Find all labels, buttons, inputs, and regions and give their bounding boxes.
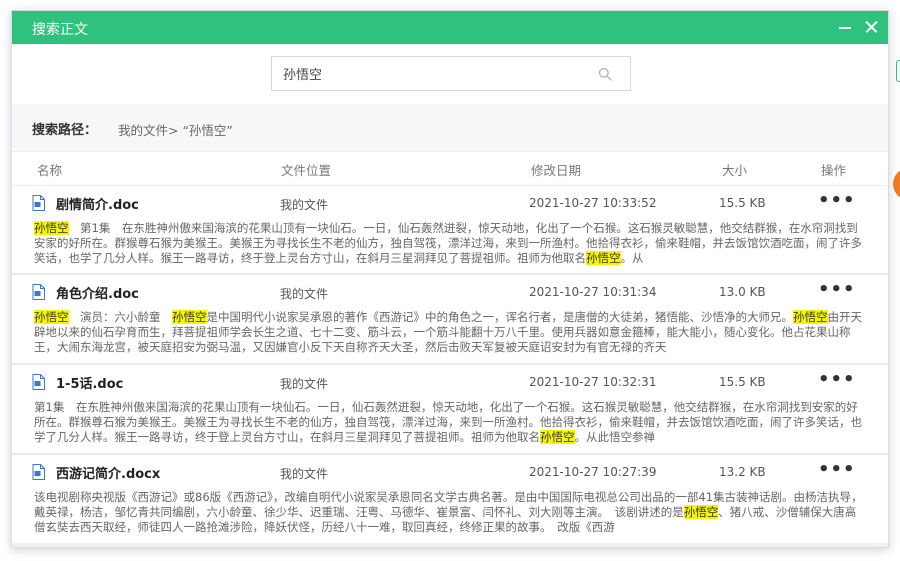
minimize-icon[interactable] [835,17,855,37]
file-size: 13.2 KB [719,465,766,479]
list-bottom-edge [12,543,888,547]
search-input[interactable] [272,57,592,90]
search-box [271,56,631,91]
result-row[interactable]: 西游记简介.docx 我的文件 2021-10-27 10:27:39 13.2… [12,455,888,545]
file-name[interactable]: 剧情简介.doc [56,194,139,213]
background-app-edge [889,0,900,561]
file-date: 2021-10-27 10:27:39 [529,465,657,479]
content-snippet: 该电视剧称央视版《西游记》或86版《西游记》，改编自明代小说家吴承恩同名文学古典… [34,490,866,544]
file-size: 15.5 KB [719,196,766,210]
dialog-titlebar: 搜索正文 [12,11,888,44]
more-actions-button[interactable]: ••• [818,190,856,211]
snippet-highlight: 孙悟空 [793,310,828,324]
docx-file-icon [32,464,45,480]
column-header-date[interactable]: 修改日期 [531,160,581,179]
background-avatar-fragment [893,168,900,200]
column-header-size[interactable]: 大小 [722,160,747,179]
file-date: 2021-10-27 10:33:52 [529,196,657,210]
search-content-dialog: 搜索正文 搜索路径： 我的文件> “孙悟空” 名称 文件位置 修改日期 大小 操… [11,10,889,548]
search-path-row: 搜索路径： 我的文件> “孙悟空” [12,104,888,152]
doc-file-icon [32,374,45,390]
file-location: 我的文件 [280,377,329,391]
background-button-fragment [896,60,900,82]
dialog-title: 搜索正文 [32,22,88,38]
snippet-text: 是中国明代小说家吴承恩的著作《西游记》中的角色之一，诨名行者，是唐僧的大徒弟，猪… [206,310,794,324]
file-name[interactable]: 角色介绍.doc [56,283,139,302]
content-snippet: 第1集 在东胜神州傲来国海滨的花果山顶有一块仙石。一日，仙石轰然迸裂，惊天动地，… [34,400,866,454]
search-area [12,44,888,104]
doc-file-icon [32,284,45,300]
more-actions-button[interactable]: ••• [818,459,856,480]
column-header-actions: 操作 [821,163,847,178]
snippet-text: 第1集 在东胜神州傲来国海滨的花果山顶有一块仙石。一日，仙石轰然迸裂，惊天动地，… [34,221,862,265]
search-path-label: 搜索路径： [32,123,98,138]
search-path-value[interactable]: 我的文件> “孙悟空” [118,120,233,139]
snippet-highlight: 孙悟空 [586,251,621,265]
result-row[interactable]: 剧情简介.doc 我的文件 2021-10-27 10:33:52 15.5 K… [12,185,888,275]
file-date: 2021-10-27 10:32:31 [529,375,657,389]
content-snippet: 孙悟空 第1集 在东胜神州傲来国海滨的花果山顶有一块仙石。一日，仙石轰然迸裂，惊… [34,221,866,275]
results-list: 剧情简介.doc 我的文件 2021-10-27 10:33:52 15.5 K… [12,185,888,545]
file-name[interactable]: 1-5话.doc [56,373,123,392]
snippet-highlight: 孙悟空 [172,310,207,324]
content-snippet: 孙悟空 演员：六小龄童 孙悟空是中国明代小说家吴承恩的著作《西游记》中的角色之一… [34,310,866,364]
file-date: 2021-10-27 10:31:34 [529,285,657,299]
search-icon[interactable] [598,67,612,81]
file-location: 我的文件 [280,287,329,301]
column-header-name[interactable]: 名称 [37,160,62,179]
file-size: 15.5 KB [719,375,766,389]
snippet-highlight: 孙悟空 [34,310,69,324]
table-header: 名称 文件位置 修改日期 大小 操作 [12,152,888,184]
more-actions-button[interactable]: ••• [818,279,856,300]
snippet-text: 第1集 在东胜神州傲来国海滨的花果山顶有一块仙石。一日，仙石轰然迸裂，惊天动地，… [34,400,862,444]
snippet-text: 。从此悟空参禅 [574,430,656,444]
file-size: 13.0 KB [719,285,766,299]
snippet-text: 演员：六小龄童 [68,310,172,324]
result-row[interactable]: 1-5话.doc 我的文件 2021-10-27 10:32:31 15.5 K… [12,365,888,455]
file-location: 我的文件 [280,198,329,212]
snippet-text: 。从 [620,251,644,265]
close-icon[interactable] [861,17,881,37]
result-row[interactable]: 角色介绍.doc 我的文件 2021-10-27 10:31:34 13.0 K… [12,275,888,365]
column-header-location[interactable]: 文件位置 [281,160,331,179]
file-name[interactable]: 西游记简介.docx [56,463,160,482]
more-actions-button[interactable]: ••• [818,369,856,390]
snippet-highlight: 孙悟空 [683,505,719,519]
file-location: 我的文件 [280,467,329,481]
doc-file-icon [32,195,45,211]
snippet-highlight: 孙悟空 [34,221,69,235]
snippet-highlight: 孙悟空 [540,430,575,444]
